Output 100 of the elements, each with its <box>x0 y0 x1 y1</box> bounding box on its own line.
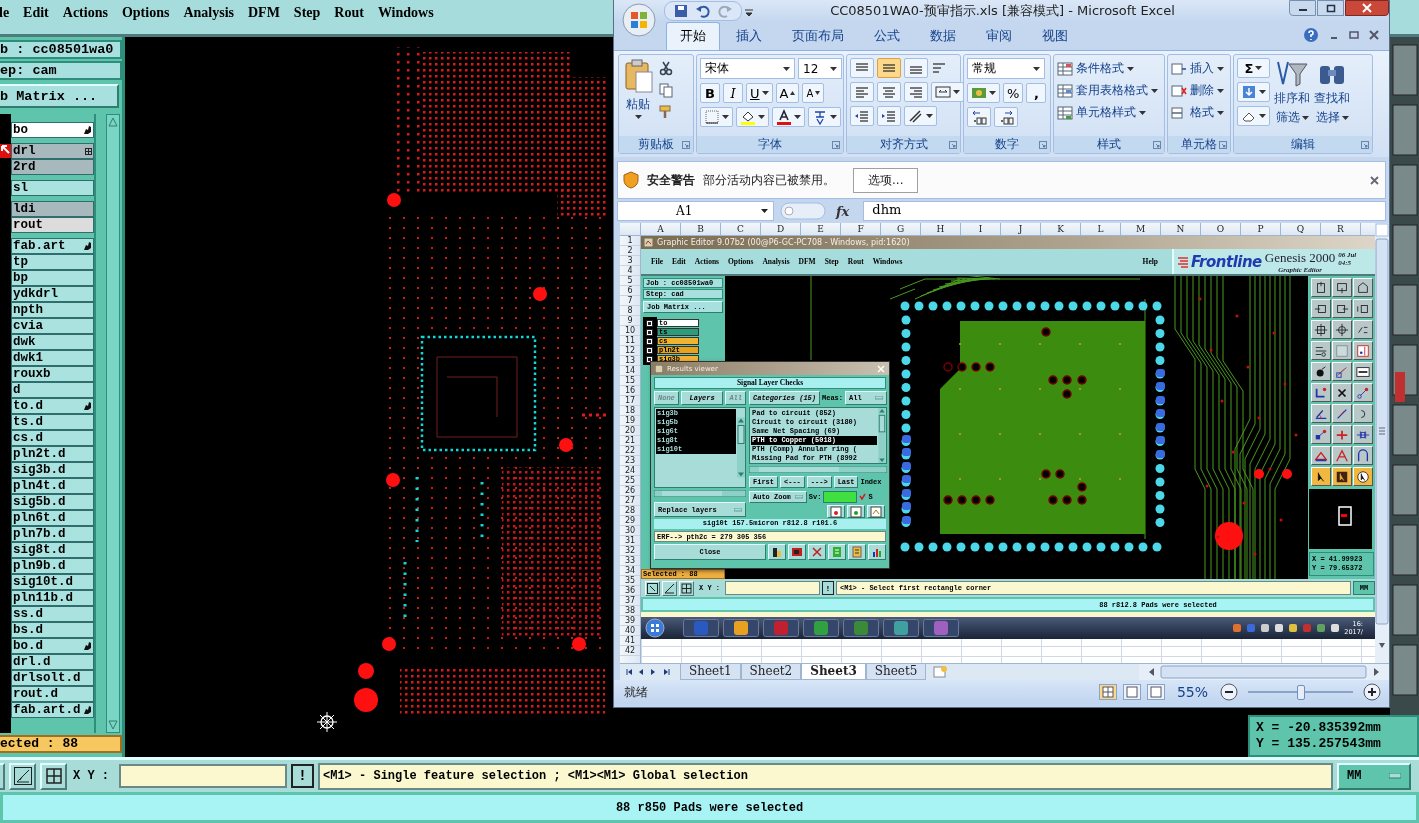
column-header[interactable]: N <box>1161 223 1201 235</box>
alert-button[interactable]: ! <box>822 581 834 595</box>
layer-row[interactable]: 2rd <box>11 159 94 175</box>
row-header[interactable]: 19 <box>620 416 640 426</box>
row-header[interactable]: 11 <box>620 336 640 346</box>
menu-item[interactable]: Analysis <box>183 5 234 21</box>
style-menu-button[interactable]: 条件格式 <box>1057 58 1158 79</box>
layer-row[interactable]: sl <box>11 180 94 196</box>
column-header[interactable]: D <box>761 223 801 235</box>
paste-button[interactable]: 粘贴 <box>622 58 654 133</box>
units-dropdown[interactable]: MM <box>1337 762 1411 790</box>
menu-item[interactable]: DFM <box>247 5 280 21</box>
row-header[interactable]: 39 <box>620 616 640 626</box>
layer-row[interactable]: npth <box>11 302 94 318</box>
menu-item[interactable]: Step <box>293 5 321 21</box>
column-header[interactable]: C <box>721 223 761 235</box>
row-header[interactable]: 8 <box>620 306 640 316</box>
row-header[interactable]: 16 <box>620 386 640 396</box>
row-header[interactable]: 5 <box>620 276 640 286</box>
layer-row[interactable]: fab.art.d <box>11 702 94 718</box>
layer-row[interactable]: cs.d <box>11 430 94 446</box>
font-name-dropdown[interactable]: 宋体 <box>700 58 795 79</box>
layer-row[interactable]: rout.d <box>11 686 94 702</box>
column-header[interactable]: I <box>961 223 1001 235</box>
layer-row[interactable]: bs.d <box>11 622 94 638</box>
layer-row[interactable]: ldi <box>11 201 94 217</box>
layer-row[interactable]: pln2t.d <box>11 446 94 462</box>
row-header[interactable]: 34 <box>620 566 640 576</box>
row-header[interactable]: 3 <box>620 256 640 266</box>
layer-row[interactable]: drl <box>11 143 94 159</box>
sheet-tab[interactable]: Sheet2 <box>740 664 802 680</box>
job-matrix-button[interactable]: b Matrix ... <box>0 84 119 108</box>
ribbon-tab[interactable]: 审阅 <box>972 22 1026 50</box>
percent-button[interactable]: % <box>1003 83 1024 103</box>
row-header[interactable]: 2 <box>620 246 640 256</box>
column-header[interactable]: F <box>841 223 881 235</box>
row-header[interactable]: 25 <box>620 476 640 486</box>
sheet-tab[interactable]: Sheet3 <box>801 664 866 680</box>
options-button[interactable]: 选项... <box>853 167 919 193</box>
column-header[interactable]: J <box>1001 223 1041 235</box>
row-header[interactable]: 17 <box>620 396 640 406</box>
row-header[interactable]: 1 <box>620 236 640 246</box>
number-format-dropdown[interactable]: 常规 <box>967 58 1045 79</box>
layer-row[interactable]: pln4t.d <box>11 478 94 494</box>
shrink-font-button[interactable]: A <box>802 83 825 103</box>
row-header[interactable]: 26 <box>620 486 640 496</box>
row-header[interactable]: 6 <box>620 286 640 296</box>
row-header[interactable]: 24 <box>620 466 640 476</box>
column-header[interactable]: H <box>921 223 961 235</box>
layer-row[interactable]: pln6t.d <box>11 510 94 526</box>
layer-row[interactable]: tp <box>11 254 94 270</box>
cells-menu-button[interactable]: 格式 <box>1171 102 1224 123</box>
row-header[interactable]: 32 <box>620 546 640 556</box>
row-header[interactable]: 4 <box>620 266 640 276</box>
row-header[interactable]: 10 <box>620 326 640 336</box>
sort-filter-button[interactable]: 排序和 筛选 <box>1274 58 1310 133</box>
layer-row[interactable]: sig8t.d <box>11 542 94 558</box>
name-box[interactable]: A1 <box>617 201 774 221</box>
row-header[interactable]: 18 <box>620 406 640 416</box>
layer-row[interactable]: sig10t.d <box>11 574 94 590</box>
column-header[interactable]: K <box>1041 223 1081 235</box>
layer-row[interactable]: rout <box>11 217 94 233</box>
formula-input[interactable]: dhm <box>863 201 1386 221</box>
sheet-tab[interactable]: Sheet1 <box>680 664 741 680</box>
row-header[interactable]: 40 <box>620 626 640 636</box>
row-header[interactable]: 27 <box>620 496 640 506</box>
style-menu-button[interactable]: 套用表格格式 <box>1057 80 1158 101</box>
row-header[interactable]: 12 <box>620 346 640 356</box>
column-header[interactable]: R <box>1321 223 1361 235</box>
underline-button[interactable]: U <box>746 83 773 103</box>
layer-row[interactable]: drl.d <box>11 654 94 670</box>
row-header[interactable]: 36 <box>620 586 640 596</box>
ribbon-tab[interactable]: 视图 <box>1028 22 1082 50</box>
layer-row[interactable]: drlsolt.d <box>11 670 94 686</box>
row-header[interactable]: 14 <box>620 366 640 376</box>
column-header[interactable]: P <box>1241 223 1281 235</box>
layer-row[interactable]: to.d <box>11 398 94 414</box>
style-menu-button[interactable]: 单元格样式 <box>1057 102 1158 123</box>
alert-button[interactable]: ! <box>291 764 314 788</box>
row-header[interactable]: 35 <box>620 576 640 586</box>
bold-button[interactable]: B <box>700 83 720 103</box>
menu-item[interactable]: Options <box>121 5 170 21</box>
layer-row[interactable]: sig3b.d <box>11 462 94 478</box>
menu-item[interactable]: Windows <box>377 5 434 21</box>
layer-row[interactable]: sig5b.d <box>11 494 94 510</box>
row-header[interactable]: 9 <box>620 316 640 326</box>
row-header[interactable]: 28 <box>620 506 640 516</box>
grow-font-button[interactable]: A <box>775 83 800 103</box>
ribbon-tab[interactable]: 数据 <box>916 22 970 50</box>
find-select-button[interactable]: 查找和 选择 <box>1314 58 1350 133</box>
layer-row[interactable]: dwk <box>11 334 94 350</box>
layer-row[interactable]: pln11b.d <box>11 590 94 606</box>
column-header[interactable]: E <box>801 223 841 235</box>
cells-menu-button[interactable]: 删除 <box>1171 80 1224 101</box>
italic-button[interactable]: I <box>723 83 743 103</box>
column-header[interactable]: G <box>881 223 921 235</box>
layer-row[interactable]: ss.d <box>11 606 94 622</box>
column-header[interactable]: B <box>681 223 721 235</box>
row-header[interactable]: 15 <box>620 376 640 386</box>
layer-row[interactable]: bo <box>11 122 94 138</box>
